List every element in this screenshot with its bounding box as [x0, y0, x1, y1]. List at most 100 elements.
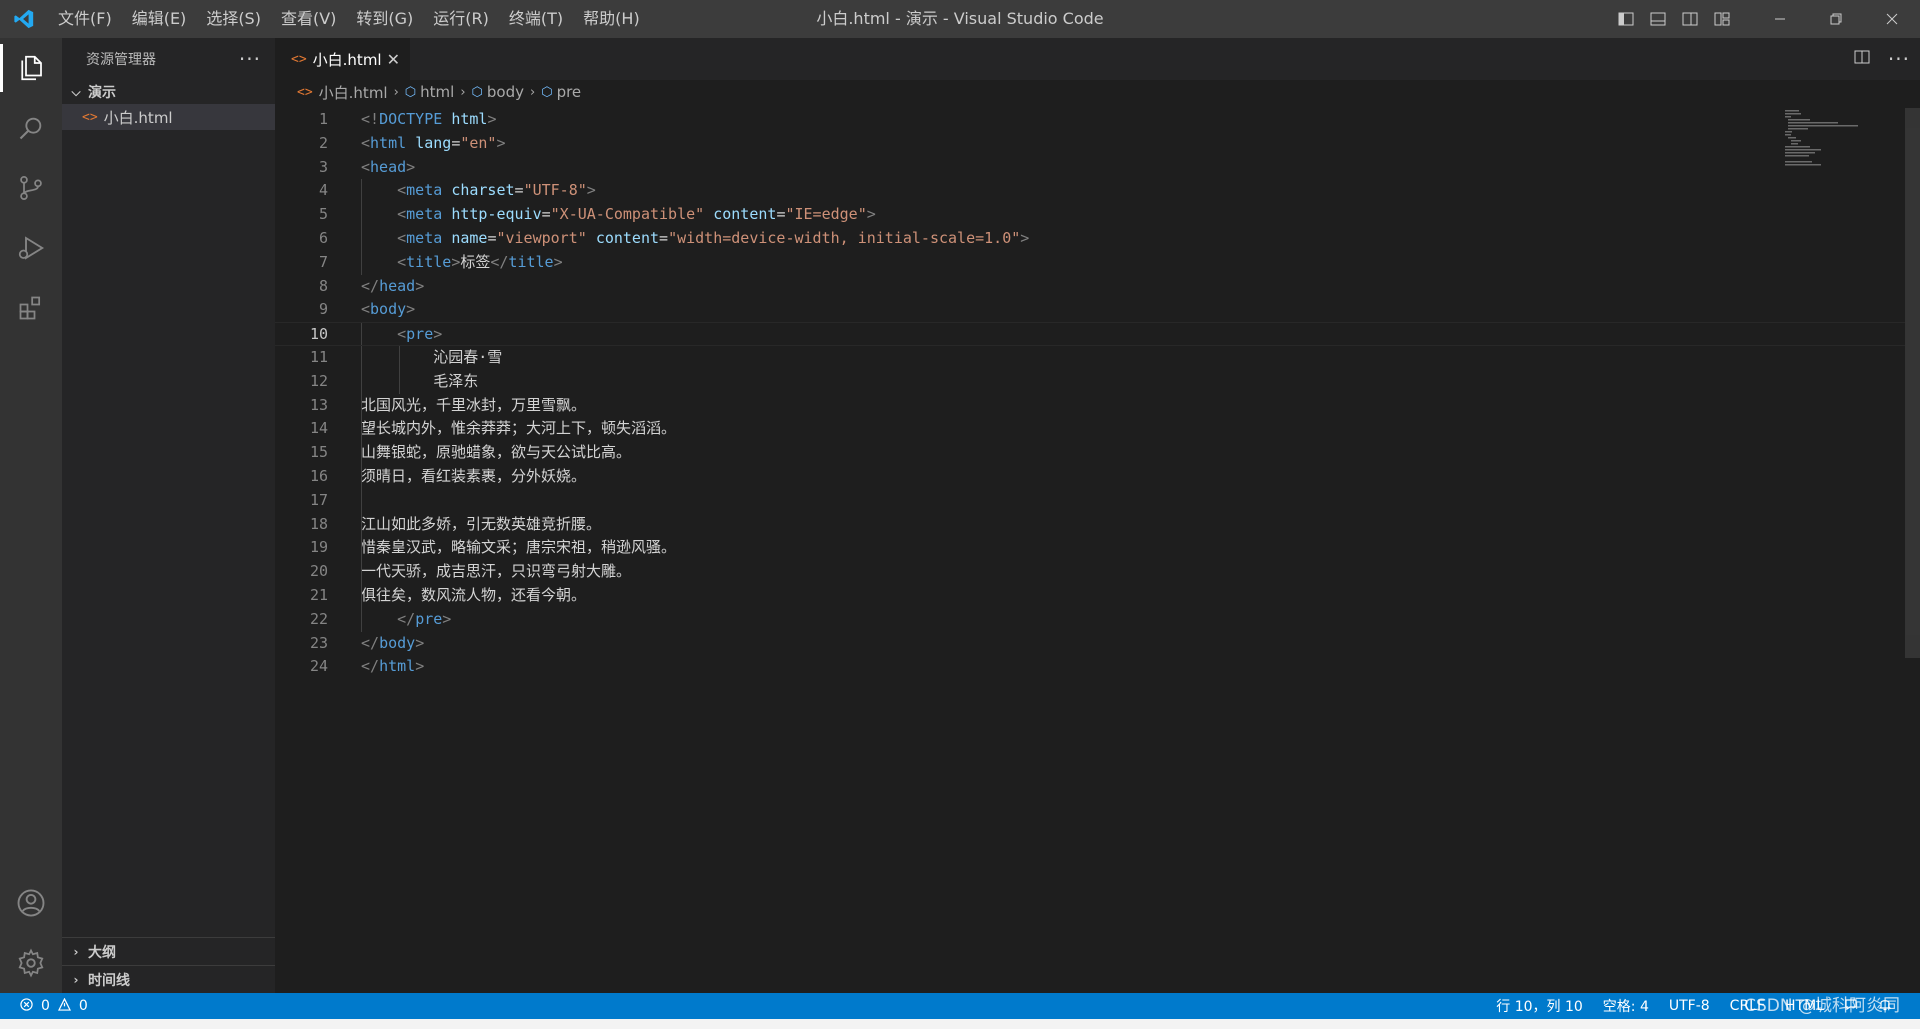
folder-section-demo[interactable]: ⌵ 演示 — [62, 80, 275, 104]
code-line[interactable]: 3 <head> — [275, 156, 1905, 180]
code-line[interactable]: 4 <meta charset="UTF-8"> — [275, 179, 1905, 204]
minimap[interactable] — [1785, 108, 1865, 168]
code-line[interactable]: 2 <html lang="en"> — [275, 132, 1905, 156]
toggle-panel-icon[interactable] — [1642, 0, 1674, 38]
line-text: 俱往矣，数风流人物，还看今朝。 — [361, 585, 587, 604]
line-text: <pre> — [397, 325, 443, 344]
minimize-window-icon[interactable] — [1752, 0, 1808, 38]
line-text: <body> — [361, 300, 416, 319]
toggle-secondary-sidebar-icon[interactable] — [1674, 0, 1706, 38]
watermark-text: CSDN @城科阿炎同 — [1744, 996, 1900, 1016]
customize-layout-icon[interactable] — [1706, 0, 1738, 38]
code-line[interactable]: 6 <meta name="viewport" content="width=d… — [275, 226, 1905, 251]
line-number: 19 — [309, 538, 328, 557]
breadcrumb-html[interactable]: html — [420, 83, 454, 101]
breadcrumb-file[interactable]: 小白.html — [319, 82, 388, 103]
line-number: 14 — [309, 419, 328, 438]
chevron-right-icon: › — [393, 84, 399, 100]
code-line[interactable]: 18 江山如此多娇，引无数英雄竞折腰。 — [275, 512, 1905, 537]
code-line[interactable]: 22 </pre> — [275, 607, 1905, 632]
source-control-icon[interactable] — [0, 158, 62, 218]
code-line[interactable]: 1 <!DOCTYPE html> — [275, 108, 1905, 132]
code-line[interactable]: 20 一代天骄，成吉思汗，只识弯弓射大雕。 — [275, 560, 1905, 584]
explorer-header: 资源管理器 ··· — [62, 38, 275, 80]
more-actions-icon[interactable]: ··· — [1888, 47, 1910, 71]
menu-item-1[interactable]: 编辑(E) — [122, 0, 197, 38]
menu-item-4[interactable]: 转到(G) — [346, 0, 423, 38]
encoding[interactable]: UTF-8 — [1659, 998, 1720, 1014]
chevron-right-icon: › — [530, 84, 536, 100]
code-line[interactable]: 23 </body> — [275, 632, 1905, 656]
code-line[interactable]: 19 惜秦皇汉武，略输文采；唐宗宋祖，稍逊风骚。 — [275, 536, 1905, 561]
code-line[interactable]: 5 <meta http-equiv="X-UA-Compatible" con… — [275, 203, 1905, 227]
line-text: </head> — [361, 276, 425, 295]
outline-section[interactable]: › 大纲 — [62, 937, 275, 965]
code-line[interactable]: 14 望长城内外，惟余莽莽；大河上下，顿失滔滔。 — [275, 417, 1905, 442]
html-file-icon: <> — [291, 51, 307, 67]
explorer-icon[interactable] — [0, 38, 62, 98]
line-number: 8 — [318, 276, 328, 295]
line-text: </html> — [361, 657, 425, 676]
indent-guide — [361, 560, 362, 584]
line-text — [328, 489, 361, 513]
breadcrumb-body[interactable]: body — [487, 83, 524, 101]
split-editor-icon[interactable] — [1854, 49, 1870, 69]
line-text: </pre> — [397, 609, 452, 628]
tab-bar: <> 小白.html ✕ ··· — [275, 38, 1920, 80]
line-text: <meta name="viewport" content="width=dev… — [397, 228, 1030, 247]
code-line[interactable]: 12 毛泽东 — [275, 369, 1905, 394]
bottom-strip — [0, 1019, 1920, 1029]
file-name: 小白.html — [103, 108, 173, 127]
indentation[interactable]: 空格: 4 — [1593, 996, 1659, 1016]
search-icon[interactable] — [0, 98, 62, 158]
error-icon — [20, 997, 33, 1015]
cursor-position[interactable]: 行 10，列 10 — [1486, 996, 1593, 1016]
toggle-primary-sidebar-icon[interactable] — [1610, 0, 1642, 38]
breadcrumb-pre[interactable]: pre — [557, 83, 582, 101]
code-line[interactable]: 24 </html> — [275, 655, 1905, 679]
code-line[interactable]: 9 <body> — [275, 298, 1905, 322]
scrollbar-thumb[interactable] — [1905, 108, 1920, 658]
line-number: 23 — [309, 633, 328, 652]
code-line[interactable]: 21 俱往矣，数风流人物，还看今朝。 — [275, 583, 1905, 608]
menu-item-5[interactable]: 运行(R) — [423, 0, 499, 38]
menu-item-7[interactable]: 帮助(H) — [573, 0, 650, 38]
code-line[interactable]: 7 <title>标签</title> — [275, 250, 1905, 275]
symbol-element-icon: ⬡ — [404, 84, 417, 100]
line-number: 6 — [318, 228, 328, 247]
code-editor[interactable]: 1 <!DOCTYPE html> 2 <html lang="en"> 3 <head>… — [275, 108, 1905, 679]
menu-item-2[interactable]: 选择(S) — [196, 0, 271, 38]
menu-item-0[interactable]: 文件(F) — [48, 0, 122, 38]
line-text: <html lang="en"> — [361, 133, 506, 152]
code-line[interactable]: 11 沁园春·雪 — [275, 345, 1905, 370]
close-window-icon[interactable] — [1864, 0, 1920, 38]
file-item-xiaobai-html[interactable]: <> 小白.html — [62, 104, 275, 130]
line-text: 惜秦皇汉武，略输文采；唐宗宋祖，稍逊风骚。 — [361, 538, 677, 557]
code-line[interactable]: 13 北国风光，千里冰封，万里雪飘。 — [275, 393, 1905, 418]
line-number: 7 — [318, 252, 328, 271]
timeline-section[interactable]: › 时间线 — [62, 965, 275, 993]
tab-label: 小白.html — [312, 50, 382, 69]
settings-gear-icon[interactable] — [0, 933, 62, 993]
title-bar: 文件(F) 编辑(E) 选择(S) 查看(V) 转到(G) 运行(R) 终端(T) 帮助(H)… — [0, 0, 1920, 38]
code-line[interactable]: 16 须晴日，看红装素裹，分外妖娆。 — [275, 464, 1905, 489]
code-line[interactable]: 8 </head> — [275, 275, 1905, 299]
code-line[interactable]: 10 <pre> — [275, 322, 1905, 346]
code-line[interactable]: 15 山舞银蛇，原驰蜡象，欲与天公试比高。 — [275, 441, 1905, 465]
code-line[interactable]: 17 — [275, 488, 1905, 513]
more-actions-icon[interactable]: ··· — [239, 47, 261, 71]
problems-indicator[interactable]: 0 0 — [0, 997, 88, 1015]
menu-item-6[interactable]: 终端(T) — [499, 0, 573, 38]
breadcrumb: <> 小白.html › ⬡ html › ⬡ body › ⬡ pre — [275, 80, 1920, 104]
extensions-icon[interactable] — [0, 278, 62, 338]
restore-window-icon[interactable] — [1808, 0, 1864, 38]
indent-guide — [361, 203, 362, 227]
indent-guide — [361, 488, 362, 513]
line-text: 一代天骄，成吉思汗，只识弯弓射大雕。 — [361, 562, 632, 581]
accounts-icon[interactable] — [0, 873, 62, 933]
run-and-debug-icon[interactable] — [0, 218, 62, 278]
menu-item-3[interactable]: 查看(V) — [271, 0, 346, 38]
close-tab-icon[interactable]: ✕ — [387, 50, 400, 69]
tab-xiaobai-html[interactable]: <> 小白.html ✕ — [275, 38, 410, 80]
line-text: 北国风光，千里冰封，万里雪飘。 — [361, 395, 587, 414]
